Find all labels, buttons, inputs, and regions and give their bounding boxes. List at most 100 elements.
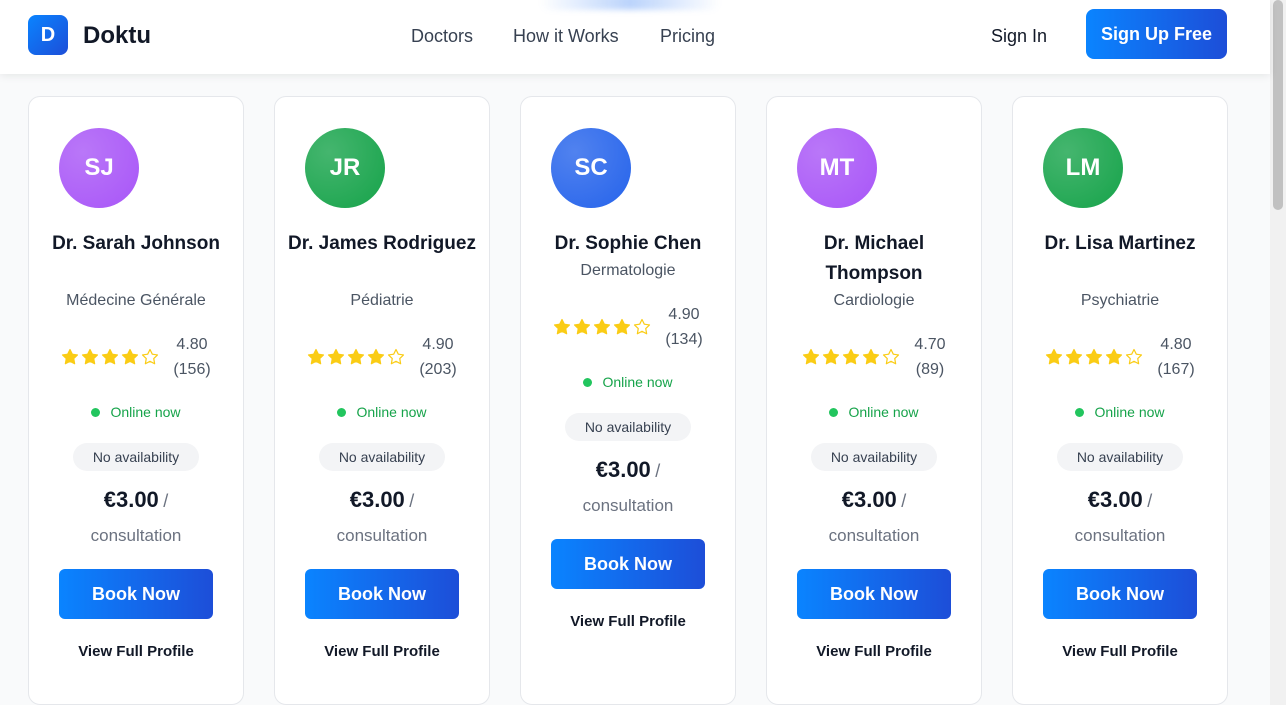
star-filled-icon	[308, 348, 325, 365]
price-value: €3.00	[103, 487, 159, 512]
rating-summary: 4.70 (89)	[914, 332, 945, 382]
online-dot-icon	[583, 377, 593, 387]
star-rating	[307, 348, 405, 366]
logo-letter: D	[40, 23, 56, 46]
doctor-specialty: Médecine Générale	[66, 292, 206, 309]
review-count: (89)	[915, 361, 945, 378]
star-filled-icon	[823, 348, 840, 365]
online-status-label: Online now	[1094, 404, 1165, 420]
online-dot-icon	[1075, 407, 1085, 417]
price-value: €3.00	[841, 487, 897, 512]
doctor-card[interactable]: LM Dr. Lisa Martinez Psychiatrie 4.80 (1…	[1012, 96, 1228, 705]
star-filled-icon	[614, 318, 631, 335]
rating-value: 4.90	[422, 336, 454, 353]
review-count: (134)	[665, 331, 703, 348]
price-value: €3.00	[595, 457, 651, 482]
avatar-initials: SJ	[84, 154, 114, 181]
sign-up-button[interactable]: Sign Up Free	[1086, 9, 1227, 59]
avatar: SJ	[59, 128, 139, 208]
avatar: LM	[1043, 128, 1123, 208]
price-unit: consultation	[828, 526, 920, 545]
star-filled-icon	[1086, 348, 1103, 365]
online-status: Online now	[521, 374, 735, 390]
star-empty-icon	[634, 318, 651, 335]
star-filled-icon	[102, 348, 119, 365]
online-status-label: Online now	[356, 404, 427, 420]
price-separator: /	[901, 491, 907, 511]
view-profile-link[interactable]: View Full Profile	[275, 643, 489, 660]
rating-value: 4.90	[668, 306, 700, 323]
online-status-label: Online now	[602, 374, 673, 390]
view-profile-link[interactable]: View Full Profile	[1013, 643, 1227, 660]
rating-summary: 4.90 (134)	[665, 302, 702, 352]
availability-badge: No availability	[73, 443, 199, 471]
nav-how-it-works[interactable]: How it Works	[513, 26, 619, 47]
star-rating	[553, 318, 651, 336]
star-filled-icon	[1106, 348, 1123, 365]
review-count: (156)	[173, 361, 211, 378]
book-now-button[interactable]: Book Now	[797, 569, 951, 619]
star-filled-icon	[368, 348, 385, 365]
online-dot-icon	[91, 407, 101, 417]
doctor-name: Dr. Sarah Johnson	[52, 233, 220, 254]
star-rating	[61, 348, 159, 366]
star-filled-icon	[1046, 348, 1063, 365]
star-filled-icon	[863, 348, 880, 365]
view-profile-link[interactable]: View Full Profile	[521, 613, 735, 630]
rating-row: 4.90 (134)	[521, 302, 735, 352]
price-separator: /	[1147, 491, 1153, 511]
nav-doctors[interactable]: Doctors	[411, 26, 473, 47]
nav-pricing[interactable]: Pricing	[660, 26, 715, 47]
price-unit: consultation	[90, 526, 182, 545]
sign-in-link[interactable]: Sign In	[991, 26, 1047, 47]
star-filled-icon	[594, 318, 611, 335]
star-rating	[1045, 348, 1143, 366]
rating-value: 4.70	[914, 336, 946, 353]
doctor-card[interactable]: SJ Dr. Sarah Johnson Médecine Générale 4…	[28, 96, 244, 705]
star-filled-icon	[803, 348, 820, 365]
online-dot-icon	[337, 407, 347, 417]
online-status-label: Online now	[848, 404, 919, 420]
online-dot-icon	[829, 407, 839, 417]
price-unit: consultation	[336, 526, 428, 545]
scroll-overlap-highlight	[540, 0, 720, 10]
doctor-card[interactable]: MT Dr. Michael Thompson Cardiologie 4.70…	[766, 96, 982, 705]
price-row: €3.00 /	[521, 457, 735, 483]
doctor-card[interactable]: JR Dr. James Rodriguez Pédiatrie 4.90 (2…	[274, 96, 490, 705]
star-empty-icon	[883, 348, 900, 365]
book-now-button[interactable]: Book Now	[59, 569, 213, 619]
review-count: (203)	[419, 361, 457, 378]
avatar-initials: SC	[574, 154, 608, 181]
book-now-button[interactable]: Book Now	[551, 539, 705, 589]
view-profile-link[interactable]: View Full Profile	[29, 643, 243, 660]
logo-icon[interactable]: D	[28, 15, 68, 55]
view-profile-link[interactable]: View Full Profile	[767, 643, 981, 660]
doctor-specialty: Dermatologie	[580, 262, 676, 279]
doctor-name: Dr. Michael Thompson	[823, 233, 925, 284]
avatar-initials: MT	[819, 154, 855, 181]
rating-row: 4.70 (89)	[767, 332, 981, 382]
book-now-button[interactable]: Book Now	[1043, 569, 1197, 619]
star-empty-icon	[388, 348, 405, 365]
star-filled-icon	[82, 348, 99, 365]
star-filled-icon	[328, 348, 345, 365]
book-now-button[interactable]: Book Now	[305, 569, 459, 619]
rating-row: 4.80 (167)	[1013, 332, 1227, 382]
brand-name[interactable]: Doktu	[83, 22, 151, 50]
rating-value: 4.80	[176, 336, 208, 353]
rating-value: 4.80	[1160, 336, 1192, 353]
doctor-specialty: Cardiologie	[833, 292, 915, 309]
avatar: MT	[797, 128, 877, 208]
price-value: €3.00	[349, 487, 405, 512]
rating-summary: 4.90 (203)	[419, 332, 456, 382]
star-filled-icon	[122, 348, 139, 365]
avatar: JR	[305, 128, 385, 208]
star-rating	[802, 348, 900, 366]
avatar-initials: LM	[1065, 154, 1101, 181]
star-filled-icon	[1066, 348, 1083, 365]
doctor-card[interactable]: SC Dr. Sophie Chen Dermatologie 4.90 (13…	[520, 96, 736, 705]
rating-summary: 4.80 (167)	[1157, 332, 1194, 382]
price-separator: /	[163, 491, 169, 511]
scrollbar-thumb[interactable]	[1273, 0, 1283, 210]
star-filled-icon	[348, 348, 365, 365]
